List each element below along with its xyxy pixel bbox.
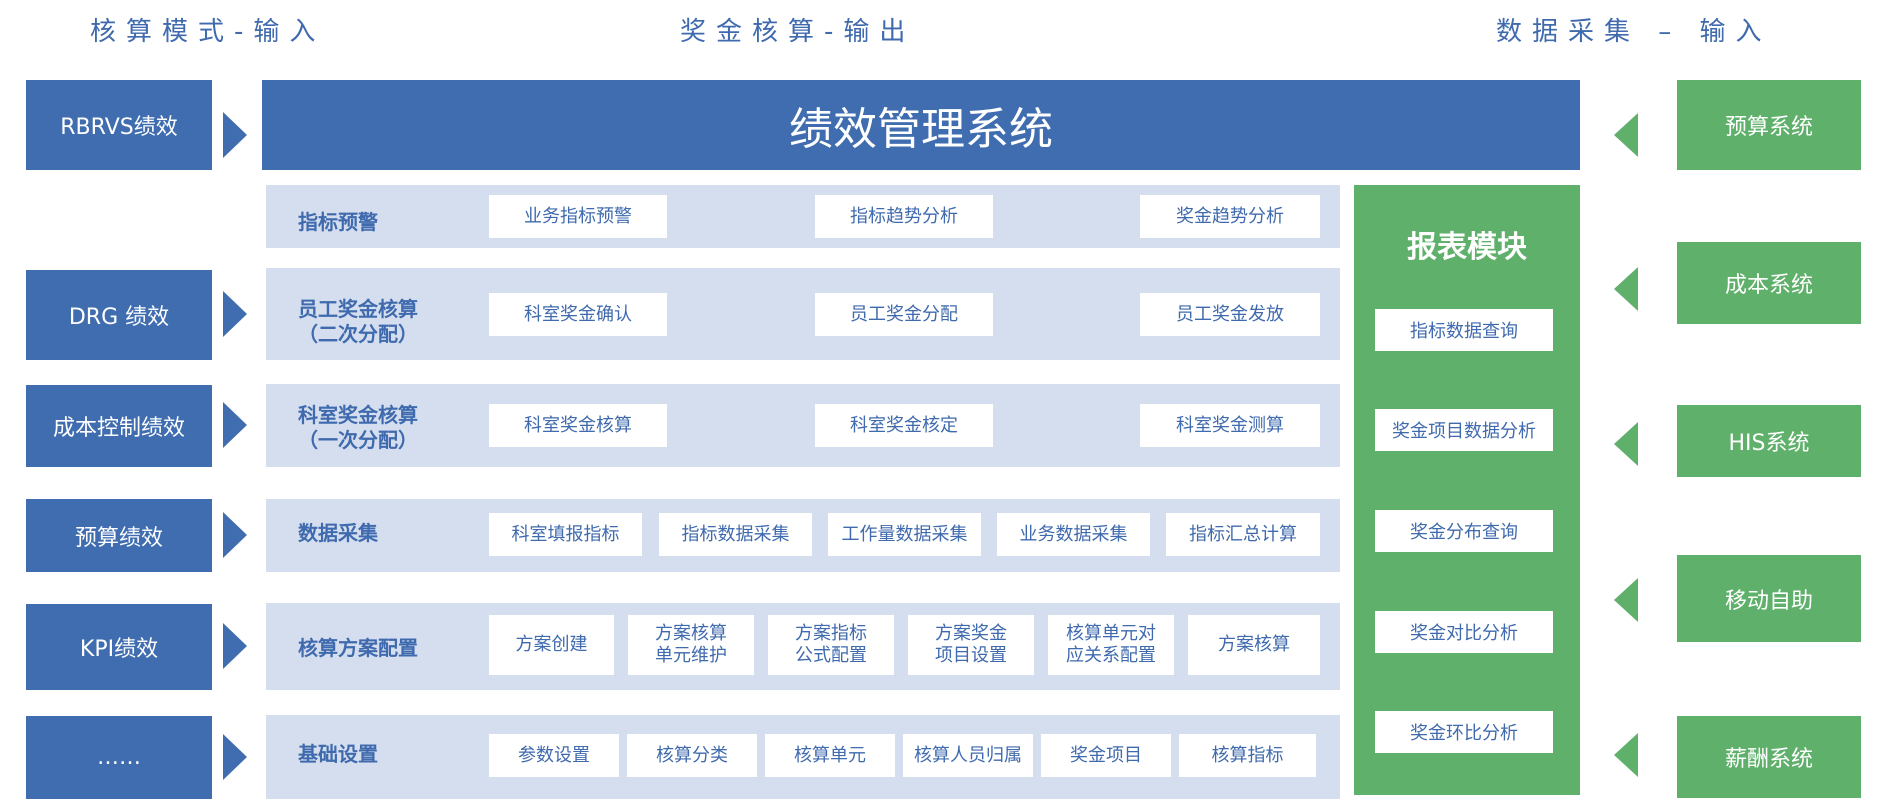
module-cell: 指标汇总计算	[1166, 513, 1320, 556]
arrow-right-icon	[223, 402, 247, 448]
module-cell: 核算分类	[627, 734, 757, 777]
report-item: 奖金分布查询	[1375, 510, 1553, 552]
row-label: 指标预警	[298, 210, 378, 234]
row-label-sub: （二次分配）	[298, 322, 418, 346]
report-module-panel	[1354, 185, 1580, 795]
header-input-mode: 核算模式-输入	[90, 17, 326, 47]
module-cell: 参数设置	[489, 734, 619, 777]
source-budget: 预算系统	[1677, 80, 1861, 170]
module-cell: 指标数据采集	[659, 513, 812, 556]
module-cell: 核算人员归属	[903, 734, 1033, 777]
module-cell: 核算指标	[1179, 734, 1316, 777]
arrow-right-icon	[223, 291, 247, 337]
report-module-title: 报表模块	[1407, 230, 1527, 265]
module-cell: 核算单元	[765, 734, 895, 777]
module-cell: 方案创建	[489, 615, 614, 675]
source-cost: 成本系统	[1677, 242, 1861, 324]
source-mobile: 移动自助	[1677, 555, 1861, 642]
row-label: 核算方案配置	[298, 636, 418, 660]
module-cell: 方案核算	[1188, 615, 1320, 675]
module-cell: 业务数据采集	[997, 513, 1150, 556]
report-item: 奖金对比分析	[1375, 611, 1553, 653]
arrow-right-icon	[223, 112, 247, 158]
arrow-right-icon	[223, 734, 247, 780]
system-title: 绩效管理系统	[262, 80, 1580, 170]
arrow-left-icon	[1614, 422, 1638, 466]
report-item: 奖金环比分析	[1375, 711, 1553, 753]
mode-budget: 预算绩效	[26, 499, 212, 572]
arrow-left-icon	[1614, 733, 1638, 777]
module-cell: 员工奖金分配	[815, 293, 993, 336]
source-payroll: 薪酬系统	[1677, 716, 1861, 798]
row-label: 科室奖金核算	[298, 403, 418, 427]
row-label: 数据采集	[298, 521, 378, 545]
arrow-right-icon	[223, 512, 247, 558]
row-label: 员工奖金核算	[298, 297, 418, 321]
module-cell: 核算单元对 应关系配置	[1048, 615, 1174, 675]
header-data-collection: 数据采集 – 输入	[1496, 17, 1772, 47]
arrow-left-icon	[1614, 578, 1638, 622]
arrow-right-icon	[223, 623, 247, 669]
row-label-sub: （一次分配）	[298, 428, 418, 452]
module-cell: 员工奖金发放	[1140, 293, 1320, 336]
module-cell: 科室奖金测算	[1140, 404, 1320, 447]
mode-more: ……	[26, 716, 212, 799]
source-his: HIS系统	[1677, 405, 1861, 477]
module-cell: 方案指标 公式配置	[768, 615, 894, 675]
module-cell: 科室奖金核算	[489, 404, 667, 447]
module-cell: 业务指标预警	[489, 195, 667, 238]
mode-cost-control: 成本控制绩效	[26, 385, 212, 467]
mode-rbrvs: RBRVS绩效	[26, 80, 212, 170]
arrow-left-icon	[1614, 267, 1638, 311]
module-cell: 奖金项目	[1041, 734, 1171, 777]
report-item: 奖金项目数据分析	[1375, 409, 1553, 451]
report-item: 指标数据查询	[1375, 309, 1553, 351]
module-cell: 奖金趋势分析	[1140, 195, 1320, 238]
module-cell: 科室奖金确认	[489, 293, 667, 336]
module-cell: 科室奖金核定	[815, 404, 993, 447]
module-cell: 科室填报指标	[489, 513, 642, 556]
header-bonus-output: 奖金核算-输出	[680, 17, 916, 47]
mode-drg: DRG 绩效	[26, 270, 212, 360]
module-cell: 指标趋势分析	[815, 195, 993, 238]
arrow-left-icon	[1614, 113, 1638, 157]
mode-kpi: KPI绩效	[26, 604, 212, 690]
row-label: 基础设置	[298, 742, 378, 766]
module-cell: 方案核算 单元维护	[628, 615, 754, 675]
module-cell: 工作量数据采集	[828, 513, 981, 556]
module-cell: 方案奖金 项目设置	[908, 615, 1034, 675]
